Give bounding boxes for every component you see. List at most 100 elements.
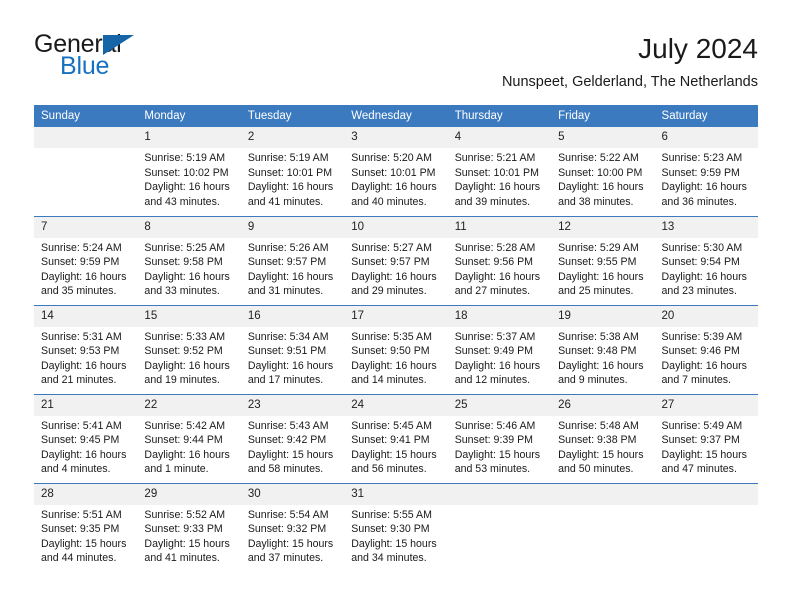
daylight-text-line2: and 47 minutes. [661, 463, 737, 476]
daylight-text-line2: and 31 minutes. [247, 285, 324, 298]
daylight-text-line2: and 34 minutes. [351, 552, 427, 565]
day-cell[interactable]: 18 Sunrise: 5:37 AM Sunset: 9:49 PM Dayl… [447, 305, 552, 395]
day-cell[interactable]: 17 Sunrise: 5:35 AM Sunset: 9:50 PM Dayl… [344, 305, 448, 395]
day-cell[interactable]: 6 Sunrise: 5:23 AM Sunset: 9:59 PM Dayli… [654, 127, 758, 217]
sunset-text: Sunset: 9:41 PM [351, 434, 430, 447]
daylight-text-line2: and 12 minutes. [454, 374, 531, 387]
day-cell[interactable]: 13 Sunrise: 5:30 AM Sunset: 9:54 PM Dayl… [654, 216, 758, 306]
daylight-text-line1: Daylight: 16 hours [247, 359, 334, 372]
daylight-text-line2: and 4 minutes. [41, 463, 111, 476]
day-cell[interactable]: 26 Sunrise: 5:48 AM Sunset: 9:38 PM Dayl… [551, 394, 655, 484]
day-number: 17 [344, 305, 448, 327]
day-cell[interactable]: 4 Sunrise: 5:21 AM Sunset: 10:01 PM Dayl… [447, 127, 552, 217]
daylight-text-line1: Daylight: 16 hours [144, 448, 230, 461]
day-cell[interactable]: 16 Sunrise: 5:34 AM Sunset: 9:51 PM Dayl… [240, 305, 345, 395]
day-cell[interactable]: 8 Sunrise: 5:25 AM Sunset: 9:58 PM Dayli… [137, 216, 241, 306]
day-cell[interactable]: 7 Sunrise: 5:24 AM Sunset: 9:59 PM Dayli… [34, 216, 138, 306]
day-cell[interactable]: 31 Sunrise: 5:55 AM Sunset: 9:30 PM Dayl… [344, 483, 448, 572]
day-cell[interactable]: 28 Sunrise: 5:51 AM Sunset: 9:35 PM Dayl… [34, 483, 138, 572]
daylight-text-line2: and 50 minutes. [558, 463, 634, 476]
sunrise-text: Sunrise: 5:49 AM [661, 419, 743, 432]
day-details: Sunrise: 5:39 AM Sunset: 9:46 PM Dayligh… [655, 327, 758, 388]
daylight-text-line2: and 19 minutes. [144, 374, 220, 387]
day-cell[interactable]: 20 Sunrise: 5:39 AM Sunset: 9:46 PM Dayl… [654, 305, 758, 395]
daylight-text-line2: and 17 minutes. [247, 374, 324, 387]
title-block: July 2024 Nunspeet, Gelderland, The Neth… [502, 32, 758, 92]
day-cell[interactable]: 22 Sunrise: 5:42 AM Sunset: 9:44 PM Dayl… [137, 394, 241, 484]
day-cell[interactable]: 11 Sunrise: 5:28 AM Sunset: 9:56 PM Dayl… [447, 216, 552, 306]
day-cell[interactable]: 2 Sunrise: 5:19 AM Sunset: 10:01 PM Dayl… [240, 127, 345, 217]
daylight-text-line1: Daylight: 16 hours [41, 359, 127, 372]
sunrise-text: Sunrise: 5:19 AM [144, 152, 226, 164]
day-cell[interactable]: 27 Sunrise: 5:49 AM Sunset: 9:37 PM Dayl… [654, 394, 758, 484]
daylight-text-line1: Daylight: 16 hours [247, 181, 334, 194]
day-cell[interactable]: 24 Sunrise: 5:45 AM Sunset: 9:41 PM Dayl… [344, 394, 448, 484]
day-number: 28 [34, 483, 138, 505]
day-details: Sunrise: 5:35 AM Sunset: 9:50 PM Dayligh… [344, 327, 447, 388]
day-details: Sunrise: 5:34 AM Sunset: 9:51 PM Dayligh… [241, 327, 344, 388]
daylight-text-line1: Daylight: 15 hours [247, 537, 334, 550]
calendar-page: General Blue July 2024 Nunspeet, Gelderl… [0, 0, 792, 612]
day-cell[interactable]: 30 Sunrise: 5:54 AM Sunset: 9:32 PM Dayl… [240, 483, 345, 572]
day-details: Sunrise: 5:51 AM Sunset: 9:35 PM Dayligh… [34, 505, 137, 566]
day-number: 18 [447, 305, 552, 327]
day-details: Sunrise: 5:23 AM Sunset: 9:59 PM Dayligh… [655, 148, 758, 209]
daylight-text-line2: and 40 minutes. [351, 195, 427, 208]
weekday-header-wednesday: Wednesday [344, 105, 448, 127]
sunset-text: Sunset: 9:48 PM [558, 345, 637, 358]
sunrise-text: Sunrise: 5:24 AM [41, 241, 122, 254]
day-cell[interactable]: 19 Sunrise: 5:38 AM Sunset: 9:48 PM Dayl… [551, 305, 655, 395]
day-cell[interactable]: 9 Sunrise: 5:26 AM Sunset: 9:57 PM Dayli… [240, 216, 345, 306]
day-cell[interactable]: 10 Sunrise: 5:27 AM Sunset: 9:57 PM Dayl… [344, 216, 448, 306]
day-cell[interactable]: 23 Sunrise: 5:43 AM Sunset: 9:42 PM Dayl… [240, 394, 345, 484]
day-cell[interactable]: 15 Sunrise: 5:33 AM Sunset: 9:52 PM Dayl… [137, 305, 241, 395]
daylight-text-line1: Daylight: 16 hours [661, 181, 747, 194]
day-details: Sunrise: 5:33 AM Sunset: 9:52 PM Dayligh… [137, 327, 240, 388]
daylight-text-line2: and 44 minutes. [41, 552, 117, 565]
weekday-header-monday: Monday [137, 105, 241, 127]
day-cell[interactable]: 21 Sunrise: 5:41 AM Sunset: 9:45 PM Dayl… [34, 394, 138, 484]
day-number: 12 [551, 216, 655, 238]
daylight-text-line1: Daylight: 16 hours [351, 359, 437, 372]
day-number [447, 483, 552, 505]
calendar-body: 1 Sunrise: 5:19 AM Sunset: 10:02 PM Dayl… [34, 127, 758, 572]
sunset-text: Sunset: 9:37 PM [661, 434, 740, 447]
sunrise-text: Sunrise: 5:38 AM [558, 330, 639, 343]
sunset-text: Sunset: 10:01 PM [351, 166, 436, 179]
sunrise-text: Sunrise: 5:45 AM [351, 419, 432, 432]
sunrise-text: Sunrise: 5:39 AM [661, 330, 743, 343]
sunrise-text: Sunrise: 5:46 AM [454, 419, 536, 432]
day-cell[interactable]: 29 Sunrise: 5:52 AM Sunset: 9:33 PM Dayl… [137, 483, 241, 572]
sunrise-text: Sunrise: 5:51 AM [41, 508, 122, 521]
sunset-text: Sunset: 9:57 PM [351, 256, 430, 269]
day-cell[interactable]: 3 Sunrise: 5:20 AM Sunset: 10:01 PM Dayl… [344, 127, 448, 217]
day-number [551, 483, 655, 505]
day-details: Sunrise: 5:41 AM Sunset: 9:45 PM Dayligh… [34, 416, 137, 477]
day-number: 31 [344, 483, 448, 505]
day-cell [654, 483, 758, 572]
day-number: 16 [240, 305, 345, 327]
sunset-text: Sunset: 10:00 PM [558, 166, 643, 179]
daylight-text-line2: and 21 minutes. [41, 374, 117, 387]
weekday-header-tuesday: Tuesday [240, 105, 345, 127]
sunset-text: Sunset: 9:54 PM [661, 256, 740, 269]
daylight-text-line1: Daylight: 16 hours [558, 181, 644, 194]
sunset-text: Sunset: 9:45 PM [41, 434, 120, 447]
day-cell[interactable]: 25 Sunrise: 5:46 AM Sunset: 9:39 PM Dayl… [447, 394, 552, 484]
weekday-header-row: Sunday Monday Tuesday Wednesday Thursday… [34, 105, 758, 127]
sunrise-text: Sunrise: 5:20 AM [351, 152, 432, 164]
calendar-week-row: 1 Sunrise: 5:19 AM Sunset: 10:02 PM Dayl… [34, 127, 758, 217]
day-cell[interactable]: 14 Sunrise: 5:31 AM Sunset: 9:53 PM Dayl… [34, 305, 138, 395]
calendar-week-row: 14 Sunrise: 5:31 AM Sunset: 9:53 PM Dayl… [34, 305, 758, 395]
daylight-text-line1: Daylight: 16 hours [41, 270, 127, 283]
daylight-text-line2: and 23 minutes. [661, 285, 737, 298]
day-details: Sunrise: 5:19 AM Sunset: 10:01 PM Daylig… [241, 148, 344, 209]
weekday-header-saturday: Saturday [654, 105, 758, 127]
day-number: 24 [344, 394, 448, 416]
day-cell[interactable]: 12 Sunrise: 5:29 AM Sunset: 9:55 PM Dayl… [551, 216, 655, 306]
day-details: Sunrise: 5:28 AM Sunset: 9:56 PM Dayligh… [448, 238, 551, 299]
sunrise-text: Sunrise: 5:30 AM [661, 241, 743, 254]
day-cell[interactable]: 5 Sunrise: 5:22 AM Sunset: 10:00 PM Dayl… [551, 127, 655, 217]
day-cell[interactable]: 1 Sunrise: 5:19 AM Sunset: 10:02 PM Dayl… [137, 127, 241, 217]
daylight-text-line1: Daylight: 16 hours [454, 181, 541, 194]
